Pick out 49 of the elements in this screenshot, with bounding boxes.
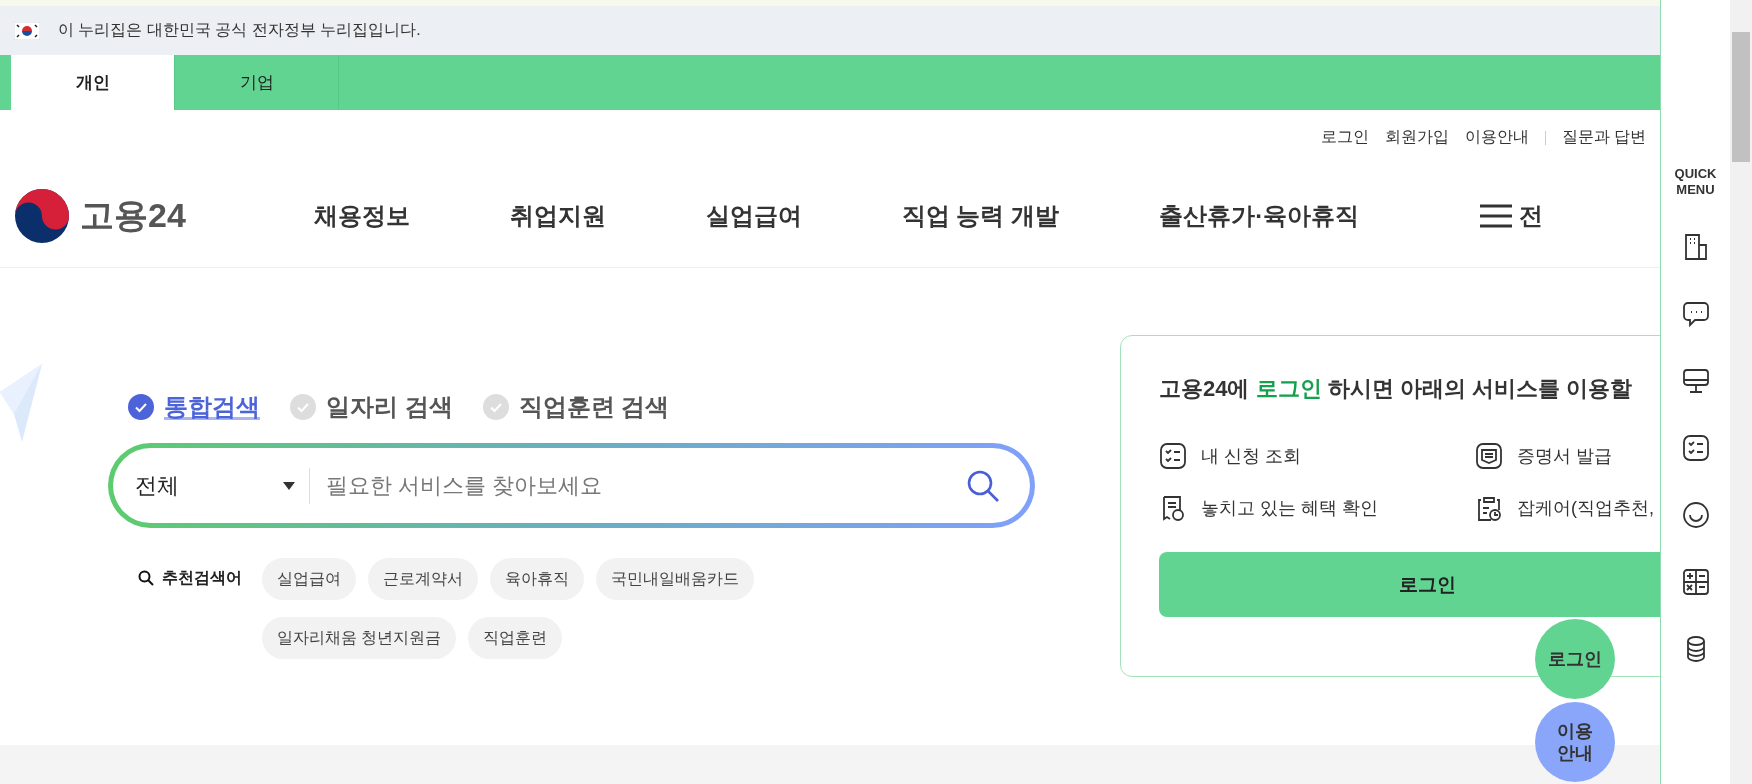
keyword-chip[interactable]: 국민내일배움카드 <box>596 558 754 600</box>
smile-icon[interactable] <box>1681 501 1710 530</box>
logo-text: 고용24 <box>80 195 186 236</box>
quick-menu-title: QUICK <box>1674 166 1717 182</box>
keyword-chip[interactable]: 육아휴직 <box>490 558 584 600</box>
flag-icon <box>14 21 40 40</box>
all-menu-label[interactable]: 전 <box>1519 200 1544 232</box>
login-button[interactable]: 로그인 <box>1159 552 1660 617</box>
utility-link[interactable]: 이용안내 <box>1464 127 1529 148</box>
nav-menu-item[interactable]: 출산휴가·육아휴직 <box>1159 200 1360 232</box>
certificate-icon <box>1475 442 1503 470</box>
search-type-option[interactable]: 일자리 검색 <box>290 391 453 423</box>
service-label: 내 신청 조회 <box>1201 445 1301 468</box>
checklist-icon[interactable] <box>1681 434 1710 463</box>
quick-menu-title: MENU <box>1676 181 1715 198</box>
keyword-chip[interactable]: 근로계약서 <box>368 558 478 600</box>
calculator-icon[interactable] <box>1681 568 1710 597</box>
login-panel-title: 고용24에 로그인 하시면 아래의 서비스를 이용할 <box>1159 375 1634 403</box>
clipboard-icon <box>1475 494 1503 522</box>
service-label: 잡케어(직업추천, <box>1517 497 1654 520</box>
nav-menu-item[interactable]: 실업급여 <box>705 200 802 232</box>
nav-menu-item[interactable]: 채용정보 <box>313 200 410 232</box>
menu-icon[interactable] <box>1479 204 1514 228</box>
keyword-chip[interactable]: 일자리채움 청년지원금 <box>262 617 457 659</box>
search-type-option[interactable]: 직업훈련 검색 <box>482 391 670 423</box>
search-type-option[interactable]: 통합검색 <box>128 391 260 423</box>
audience-tab[interactable]: 개인 <box>11 55 175 110</box>
scrollbar[interactable] <box>1730 0 1752 784</box>
monitor-icon[interactable] <box>1681 367 1710 396</box>
floating-button[interactable]: 로그인 <box>1535 619 1615 699</box>
gov-banner-text: 이 누리집은 대한민국 공식 전자정부 누리집입니다. <box>58 20 421 40</box>
recommend-label: 추천검색어 <box>162 567 242 588</box>
utility-link[interactable]: 회원가입 <box>1384 127 1449 148</box>
search-icon <box>138 570 154 586</box>
service-label: 증명서 발급 <box>1517 445 1612 468</box>
search-icon[interactable] <box>966 468 1000 503</box>
utility-link[interactable]: 질문과 답변 <box>1561 127 1646 148</box>
chat-icon[interactable] <box>1681 300 1710 329</box>
keyword-chip[interactable]: 실업급여 <box>262 558 356 600</box>
audience-tab[interactable]: 기업 <box>175 55 339 110</box>
checklist-icon <box>1159 442 1187 470</box>
logo-icon <box>14 188 70 244</box>
nav-menu-item[interactable]: 취업지원 <box>509 200 606 232</box>
service-label: 놓치고 있는 혜택 확인 <box>1201 497 1378 520</box>
nav-menu-item[interactable]: 직업 능력 개발 <box>901 200 1060 232</box>
floating-button[interactable]: 이용안내 <box>1535 702 1615 782</box>
utility-link[interactable]: 로그인 <box>1320 127 1369 148</box>
keyword-chip[interactable]: 직업훈련 <box>468 617 563 659</box>
caret-icon <box>283 481 295 490</box>
